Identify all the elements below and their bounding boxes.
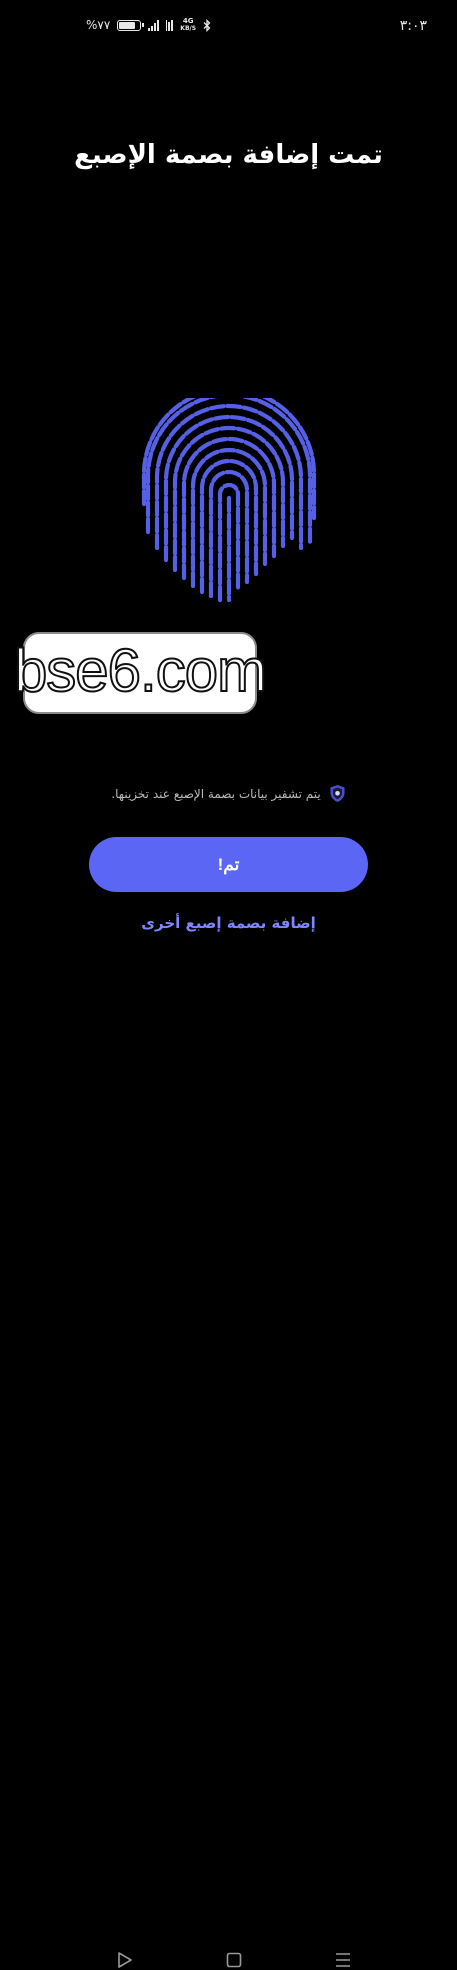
network-type: 4G — [182, 17, 194, 25]
signal-icon — [148, 19, 160, 31]
mobile-data-icon — [166, 19, 174, 31]
network-speed-unit: KB/S — [180, 25, 197, 32]
battery-percent: %٧٧ — [86, 18, 111, 32]
done-button[interactable]: تم! — [89, 837, 368, 892]
bluetooth-icon — [203, 18, 211, 32]
navigation-bar — [0, 964, 457, 1968]
status-bar: %٧٧ 4G KB/S ٣:٠٣ — [0, 0, 457, 58]
watermark: bse6.com — [13, 632, 268, 714]
battery-icon — [117, 19, 145, 31]
shield-icon — [330, 785, 345, 802]
page-title: تمت إضافة بصمة الإصبع — [74, 140, 383, 170]
fingerprint-icon — [141, 398, 317, 603]
status-icons: %٧٧ 4G KB/S — [86, 18, 211, 32]
home-icon[interactable] — [224, 1950, 244, 1970]
back-icon[interactable] — [115, 1950, 135, 1970]
menu-icon[interactable] — [333, 1950, 353, 1970]
network-speed: 4G KB/S — [180, 17, 197, 33]
encryption-note: يتم تشفير بيانات بصمة الإصبع عند تخزينها… — [0, 784, 457, 803]
encryption-note-text: يتم تشفير بيانات بصمة الإصبع عند تخزينها… — [111, 786, 321, 801]
status-time: ٣:٠٣ — [399, 18, 427, 34]
add-another-fingerprint-link[interactable]: إضافة بصمة إصبع أخرى — [0, 914, 457, 932]
watermark-text: bse6.com — [13, 637, 268, 704]
